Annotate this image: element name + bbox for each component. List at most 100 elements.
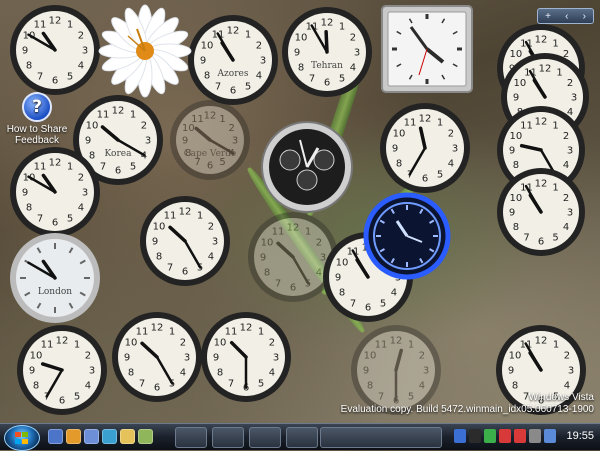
analog-clock-gadget[interactable]: 121234567891011	[110, 310, 204, 404]
clock-numeral: 1	[339, 22, 345, 33]
clock-numeral: 3	[260, 56, 266, 67]
clock-numeral: 3	[354, 48, 360, 59]
tray-icon[interactable]	[484, 429, 496, 443]
task-button[interactable]	[175, 427, 207, 448]
square-clock-gadget[interactable]	[381, 5, 473, 93]
image-icon[interactable]	[138, 429, 153, 444]
clock-numeral: 8	[217, 368, 223, 379]
analog-clock-gadget[interactable]: 121234567891011	[15, 323, 109, 417]
analog-clock-gadget[interactable]: 121234567891011	[8, 3, 102, 97]
taskbar-clock[interactable]: 19:55	[566, 430, 594, 442]
clock-numeral: 6	[59, 396, 65, 407]
clock-numeral: 2	[85, 351, 91, 362]
clock-numeral: 9	[182, 136, 188, 147]
clock-numeral: 3	[568, 366, 574, 377]
task-button[interactable]	[212, 427, 244, 448]
clock-numeral: 3	[184, 353, 190, 364]
show-desktop-icon[interactable]	[48, 429, 63, 444]
clock-numeral: 4	[85, 381, 91, 392]
analog-clock-gadget[interactable]: 121234567891011Tehran	[280, 5, 374, 99]
tray-icon[interactable]	[544, 429, 556, 443]
clock-numeral: 11	[164, 211, 177, 222]
clock-numeral: 2	[78, 173, 84, 184]
clock-numeral: 5	[67, 213, 73, 224]
chronograph-clock-gadget[interactable]	[260, 120, 354, 214]
clock-numeral: 7	[350, 298, 356, 309]
desktop-icon-share-feedback[interactable]: ? How to Share Feedback	[2, 92, 72, 146]
clock-numeral: 3	[232, 136, 238, 147]
media-controls[interactable]	[320, 427, 442, 448]
analog-clock-gadget[interactable]: 121234567891011	[495, 166, 587, 258]
clock-numeral: 1	[219, 114, 225, 125]
clock-numeral: 7	[309, 73, 315, 84]
next-page-button[interactable]: ›	[583, 11, 586, 22]
analog-clock-gadget[interactable]: 121234567891011Cape Verde	[168, 98, 252, 182]
task-button[interactable]	[249, 427, 281, 448]
clock-numeral: 11	[272, 227, 285, 238]
tray-icon[interactable]	[529, 429, 541, 443]
tray-icon[interactable]	[499, 429, 511, 443]
clock-numeral: 1	[552, 38, 558, 49]
clock-numeral: 4	[269, 368, 275, 379]
clock-numeral: 3	[145, 136, 151, 147]
city-label: Tehran	[311, 61, 343, 71]
clock-numeral: 11	[34, 20, 47, 31]
analog-clock-gadget[interactable]: 121234567891011	[8, 145, 102, 239]
start-button[interactable]	[4, 425, 40, 451]
clock-numeral: 2	[564, 351, 570, 362]
clock-numeral: 1	[197, 211, 203, 222]
clock-numeral: 12	[240, 323, 253, 334]
tray-icon[interactable]	[454, 429, 466, 443]
tray-icon[interactable]	[469, 429, 481, 443]
clock-numeral: 6	[52, 76, 58, 87]
clock-numeral: 8	[264, 268, 270, 279]
clock-numeral: 9	[508, 366, 514, 377]
analog-clock-gadget[interactable]: London	[8, 231, 102, 325]
prev-page-button[interactable]: ‹	[565, 11, 568, 22]
clock-numeral: 5	[67, 71, 73, 82]
clock-numeral: 1	[556, 67, 562, 78]
add-gadget-button[interactable]: +	[545, 11, 551, 22]
clock-numeral: 2	[448, 129, 454, 140]
clock-numeral: 10	[214, 338, 227, 349]
media-icon[interactable]	[102, 429, 117, 444]
clock-numeral: 2	[563, 193, 569, 204]
clock-numeral: 1	[552, 182, 558, 193]
neon-clock-gadget[interactable]	[361, 192, 453, 280]
taskbar: 19:55	[0, 423, 600, 451]
folder-icon[interactable]	[120, 429, 135, 444]
clock-numeral: 12	[49, 158, 62, 169]
clock-numeral: 2	[180, 338, 186, 349]
tray-icon[interactable]	[514, 429, 526, 443]
clock-numeral: 7	[37, 71, 43, 82]
clock-numeral: 4	[564, 381, 570, 392]
clock-numeral: 7	[139, 378, 145, 389]
task-button[interactable]	[286, 427, 318, 448]
mail-icon[interactable]	[84, 429, 99, 444]
browser-icon[interactable]	[66, 429, 81, 444]
flower-clock-gadget[interactable]	[98, 4, 192, 98]
clock-numeral: 4	[78, 203, 84, 214]
clock-numeral: 5	[380, 298, 386, 309]
clock-numeral: 4	[391, 288, 397, 299]
clock-numeral: 11	[136, 327, 149, 338]
clock-numeral: 12	[539, 64, 552, 75]
clock-numeral: 12	[535, 117, 548, 128]
analog-clock-gadget[interactable]: 121234567891011	[199, 310, 293, 404]
analog-clock-gadget[interactable]: 121234567891011	[138, 194, 232, 288]
clock-numeral: 10	[509, 351, 522, 362]
clock-numeral: 5	[130, 161, 136, 172]
clock-numeral: 2	[78, 31, 84, 42]
clock-numeral: 2	[228, 123, 234, 134]
analog-clock-gadget[interactable]: 121234567891011	[378, 101, 472, 195]
clock-numeral: 1	[437, 118, 443, 129]
analog-clock-gadget[interactable]: 121234567891011Azores	[186, 13, 280, 107]
clock-numeral: 10	[364, 351, 377, 362]
clock-numeral: 9	[22, 188, 28, 199]
clock-numeral: 9	[152, 237, 158, 248]
clock-numeral: 7	[215, 81, 221, 92]
clock-numeral: 12	[321, 18, 334, 29]
clock-numeral: 1	[67, 162, 73, 173]
clock-numeral: 9	[513, 93, 519, 104]
clock-numeral: 9	[200, 56, 206, 67]
